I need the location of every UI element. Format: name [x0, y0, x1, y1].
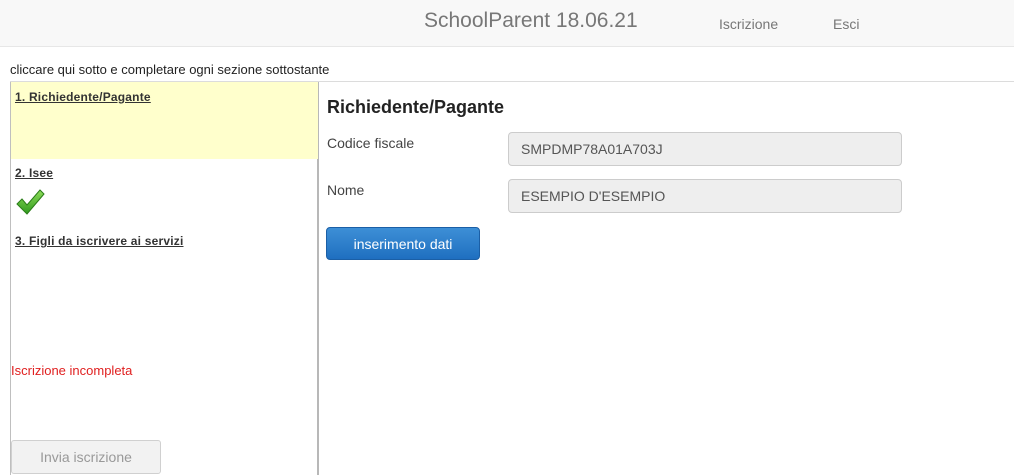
codice-fiscale-label: Codice fiscale — [327, 135, 415, 151]
brand-title[interactable]: SchoolParent 18.06.21 — [424, 9, 638, 33]
step-isee[interactable]: 2. Isee — [15, 166, 53, 180]
section-title: Richiedente/Pagante — [327, 97, 505, 117]
nav-link-esci[interactable]: Esci — [833, 16, 859, 32]
instructions-text: cliccare qui sotto e completare ogni sez… — [10, 62, 330, 77]
step-figli-da-iscrivere[interactable]: 3. Figli da iscrivere ai servizi — [15, 234, 184, 248]
nome-label: Nome — [327, 182, 365, 198]
nome-input[interactable] — [508, 179, 902, 213]
invia-iscrizione-button[interactable]: Invia iscrizione — [11, 440, 161, 474]
nav-link-iscrizione[interactable]: Iscrizione — [719, 16, 778, 32]
inserimento-dati-button[interactable]: inserimento dati — [326, 227, 480, 260]
codice-fiscale-input[interactable] — [508, 132, 902, 166]
steps-sidebar: 1. Richiedente/Pagante 2. Isee 3. Figli … — [10, 82, 319, 475]
step-richiedente-pagante[interactable]: 1. Richiedente/Pagante — [15, 90, 151, 104]
status-text: Iscrizione incompleta — [11, 363, 133, 378]
checkmark-icon — [16, 189, 45, 215]
top-navbar: SchoolParent 18.06.21 Iscrizione Esci — [0, 0, 1014, 47]
